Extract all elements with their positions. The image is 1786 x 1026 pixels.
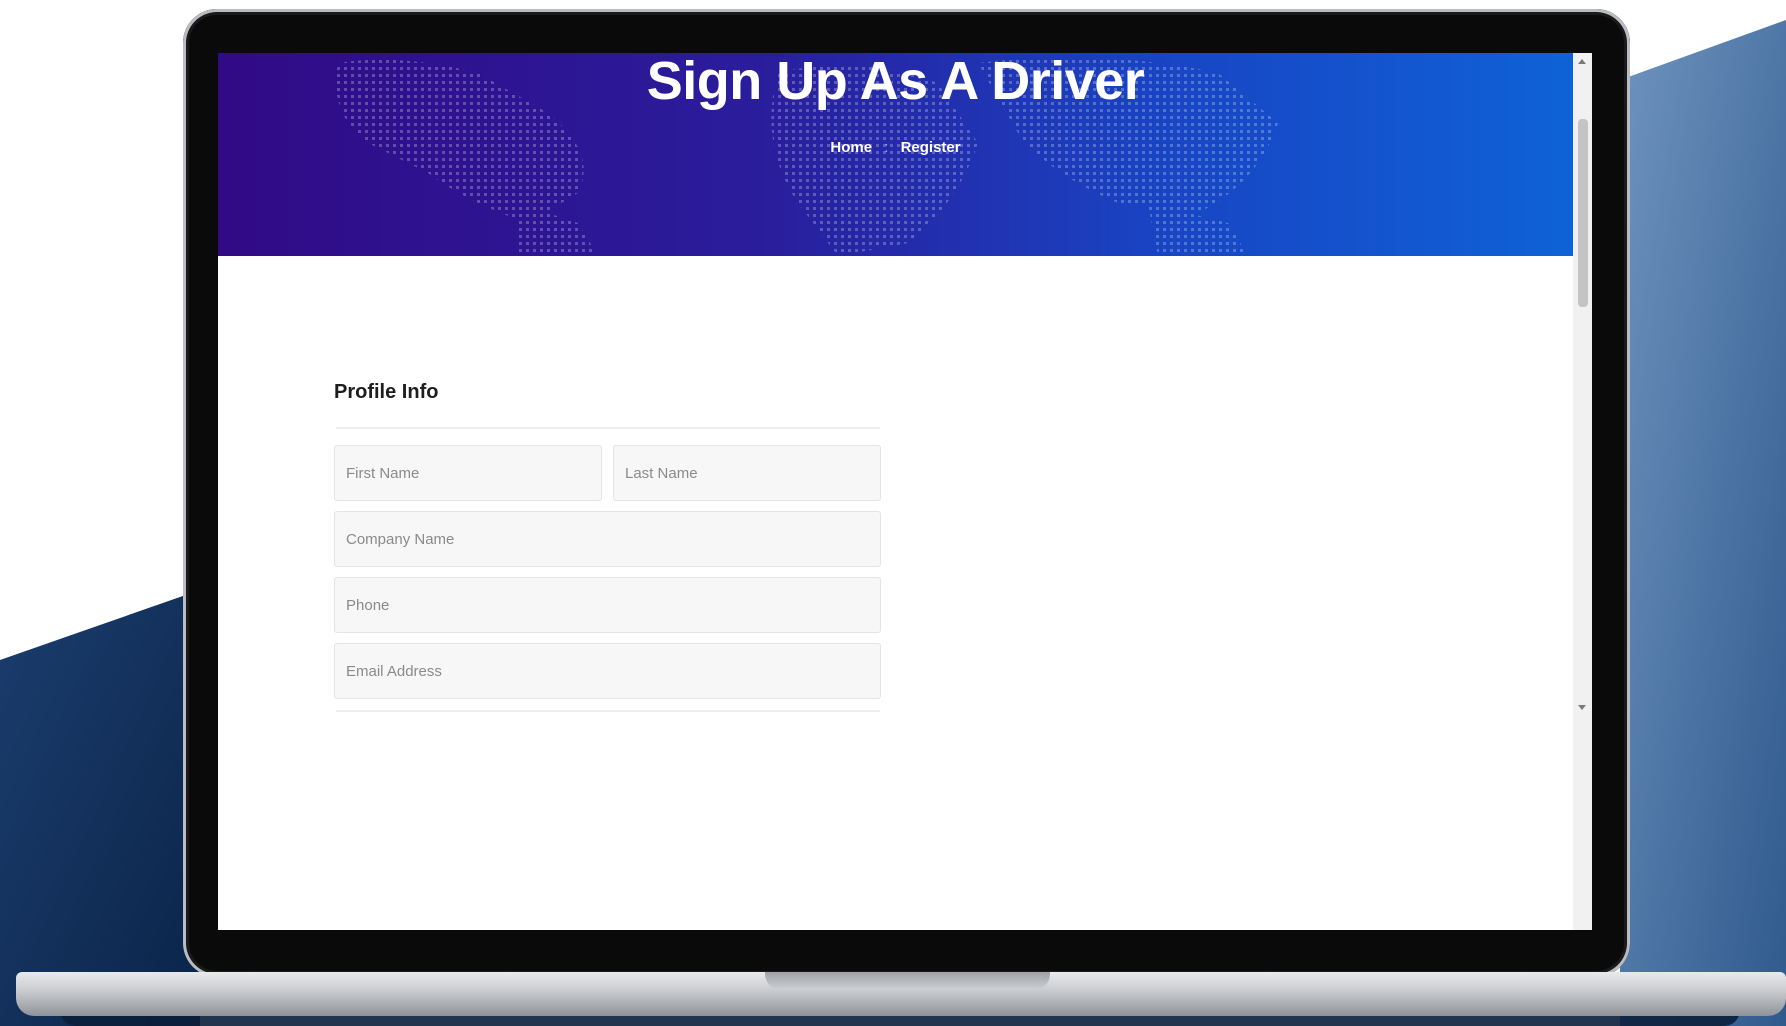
- scroll-up-icon[interactable]: [1578, 59, 1586, 64]
- scroll-down-icon[interactable]: [1578, 705, 1586, 710]
- last-name-input[interactable]: [613, 445, 881, 501]
- vertical-scrollbar[interactable]: [1573, 53, 1592, 930]
- first-name-input[interactable]: [334, 445, 602, 501]
- company-name-input[interactable]: [334, 511, 881, 567]
- email-address-input[interactable]: [334, 643, 881, 699]
- section-divider: [336, 427, 880, 429]
- breadcrumb-separator: :: [884, 139, 889, 156]
- breadcrumb: Home : Register: [218, 139, 1573, 156]
- hero-banner: Sign Up As A Driver Home : Register: [218, 53, 1573, 256]
- form-bottom-divider: [336, 710, 880, 712]
- breadcrumb-home-link[interactable]: Home: [830, 139, 872, 156]
- page-title: Sign Up As A Driver: [646, 53, 1145, 111]
- scroll-thumb[interactable]: [1578, 119, 1588, 307]
- phone-input[interactable]: [334, 577, 881, 633]
- laptop-notch: [765, 972, 1050, 990]
- breadcrumb-current: Register: [900, 139, 961, 156]
- browser-viewport: Sign Up As A Driver Home : Register Prof…: [218, 53, 1592, 930]
- profile-info-heading: Profile Info: [334, 381, 439, 403]
